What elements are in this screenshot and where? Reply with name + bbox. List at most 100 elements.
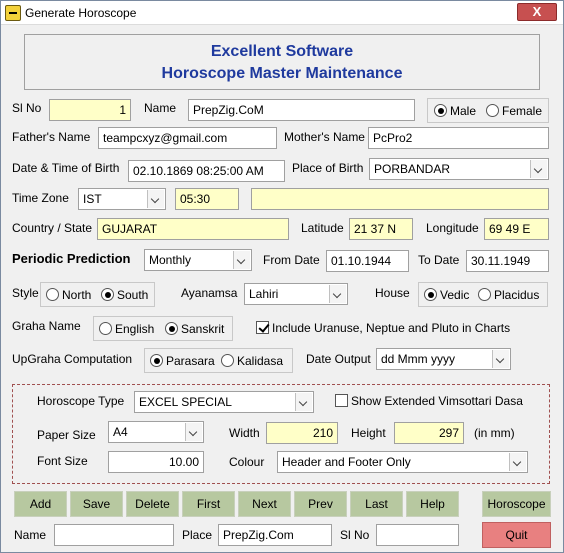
search-place-field[interactable]: PrepZig.Com [218,524,332,546]
birth-datetime-field[interactable]: 02.10.1869 08:25:00 AM [128,160,285,182]
latitude-label: Latitude [301,221,344,235]
graha-name-label: Graha Name [12,319,81,333]
male-radio[interactable] [434,104,447,117]
chevron-down-icon[interactable] [295,393,312,411]
latitude-field[interactable]: 21 37 N [349,218,413,240]
to-date-field[interactable]: 30.11.1949 [466,250,549,272]
time-zone-value: IST [83,192,102,206]
horoscope-type-label: Horoscope Type [37,394,125,408]
search-place-label: Place [182,528,213,542]
horoscope-type-select[interactable]: EXCEL SPECIAL [134,391,314,413]
country-state-label: Country / State [12,221,93,235]
time-zone-label: Time Zone [12,191,69,205]
last-button[interactable]: Last [350,491,403,517]
sanskrit-label: Sanskrit [181,322,225,336]
first-button[interactable]: First [182,491,235,517]
upgraha-group: Parasara Kalidasa [144,348,293,373]
header-banner: Excellent Software Horoscope Master Main… [24,34,540,90]
place-of-birth-value: PORBANDAR [374,162,451,176]
close-button[interactable]: X [517,3,557,21]
help-button[interactable]: Help [406,491,459,517]
english-label: English [115,322,155,336]
fathers-name-label: Father's Name [12,130,91,144]
time-zone-extra-field[interactable] [251,188,549,210]
sl-no-field[interactable]: 1 [49,99,131,121]
ayanamsa-select[interactable]: Lahiri [244,283,348,305]
quit-button[interactable]: Quit [482,522,551,548]
parasara-label: Parasara [166,354,215,368]
longitude-field[interactable]: 69 49 E [484,218,549,240]
date-output-select[interactable]: dd Mmm yyyy [376,348,511,370]
female-radio[interactable] [486,104,499,117]
unit-note: (in mm) [474,426,515,440]
periodic-prediction-label: Periodic Prediction [12,251,131,266]
next-button[interactable]: Next [238,491,291,517]
show-extended-checkbox[interactable] [335,394,348,407]
chevron-down-icon[interactable] [185,423,202,441]
sl-no-label: Sl No [12,101,42,115]
to-date-label: To Date [418,253,460,267]
ayanamsa-label: Ayanamsa [181,286,238,300]
ayanamsa-value: Lahiri [249,287,279,301]
vedic-label: Vedic [440,288,470,302]
save-button[interactable]: Save [70,491,123,517]
mothers-name-field[interactable]: PcPro2 [368,127,549,149]
font-size-label: Font Size [37,454,88,468]
colour-label: Colour [229,455,265,469]
parasara-radio[interactable] [150,354,163,367]
include-planets-label: Include Uranuse, Neptue and Pluto in Cha… [272,321,511,335]
time-zone-select[interactable]: IST [78,188,166,210]
search-sl-no-field[interactable] [376,524,459,546]
from-date-field[interactable]: 01.10.1944 [326,250,409,272]
chevron-down-icon[interactable] [509,453,526,471]
name-label: Name [144,101,177,115]
search-name-label: Name [14,528,47,542]
time-zone-offset-field[interactable]: 05:30 [175,188,239,210]
horoscope-type-value: EXCEL SPECIAL [139,395,232,409]
search-name-field[interactable] [54,524,174,546]
width-field[interactable]: 210 [266,422,338,444]
male-label: Male [450,104,477,118]
paper-size-select[interactable]: A4 [108,421,204,443]
delete-button[interactable]: Delete [126,491,179,517]
north-radio[interactable] [46,288,59,301]
width-label: Width [229,426,260,440]
sanskrit-radio[interactable] [165,322,178,335]
include-planets-checkbox[interactable] [256,321,269,334]
name-field[interactable]: PrepZig.CoM [188,99,415,121]
place-of-birth-label: Place of Birth [292,161,364,175]
south-radio[interactable] [101,288,114,301]
english-radio[interactable] [99,322,112,335]
fathers-name-field[interactable]: teampcxyz@gmail.com [98,127,277,149]
from-date-label: From Date [263,253,320,267]
house-label: House [375,286,410,300]
chevron-down-icon[interactable] [147,190,164,208]
vedic-radio[interactable] [424,288,437,301]
font-size-field[interactable]: 10.00 [108,451,204,473]
colour-select[interactable]: Header and Footer Only [277,451,528,473]
horoscope-button[interactable]: Horoscope [482,491,551,517]
chevron-down-icon[interactable] [530,160,547,178]
north-label: North [62,288,92,302]
place-of-birth-select[interactable]: PORBANDAR [369,158,549,180]
kalidasa-radio[interactable] [221,354,234,367]
add-button[interactable]: Add [14,491,67,517]
prev-button[interactable]: Prev [294,491,347,517]
house-group: Vedic Placidus [418,282,548,307]
app-icon [5,5,21,21]
height-label: Height [351,426,386,440]
birth-datetime-label: Date & Time of Birth [12,161,120,175]
longitude-label: Longitude [426,221,479,235]
height-field[interactable]: 297 [394,422,464,444]
country-state-field[interactable]: GUJARAT [97,218,289,240]
gender-group: Male Female [427,98,549,123]
window-title: Generate Horoscope [25,6,137,20]
date-output-value: dd Mmm yyyy [381,352,456,366]
chevron-down-icon[interactable] [329,285,346,303]
south-label: South [117,288,149,302]
chevron-down-icon[interactable] [492,350,509,368]
chevron-down-icon[interactable] [233,251,250,269]
female-label: Female [502,104,543,118]
placidus-radio[interactable] [478,288,491,301]
periodic-prediction-select[interactable]: Monthly [144,249,252,271]
